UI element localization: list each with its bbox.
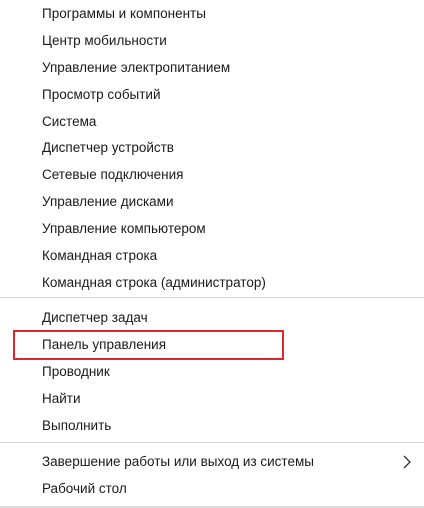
menu-item-network-connections[interactable]: Сетевые подключения [42, 164, 184, 186]
menu-item-command-prompt[interactable]: Командная строка [42, 245, 157, 267]
menu-separator [0, 442, 424, 443]
menu-item-disk-management[interactable]: Управление дисками [42, 191, 174, 213]
menu-item-desktop[interactable]: Рабочий стол [42, 478, 127, 500]
menu-item-event-viewer[interactable]: Просмотр событий [42, 84, 161, 106]
menu-item-computer-management[interactable]: Управление компьютером [42, 218, 206, 240]
winx-context-menu: Программы и компоненты Центр мобильности… [0, 0, 424, 508]
menu-item-system[interactable]: Система [42, 111, 96, 133]
menu-item-mobility-center[interactable]: Центр мобильности [42, 30, 167, 52]
menu-separator [0, 297, 424, 298]
menu-item-task-manager[interactable]: Диспетчер задач [42, 307, 148, 329]
menu-item-shutdown-or-sign-out[interactable]: Завершение работы или выход из системы [42, 451, 314, 473]
menu-item-run[interactable]: Выполнить [42, 415, 111, 437]
highlight-frame [13, 330, 284, 360]
menu-item-search[interactable]: Найти [42, 388, 81, 410]
menu-item-power-options[interactable]: Управление электропитанием [42, 57, 230, 79]
menu-item-programs-and-features[interactable]: Программы и компоненты [42, 3, 206, 25]
menu-item-command-prompt-admin[interactable]: Командная строка (администратор) [42, 272, 266, 294]
menu-item-file-explorer[interactable]: Проводник [42, 361, 110, 383]
menu-item-device-manager[interactable]: Диспетчер устройств [42, 137, 174, 159]
chevron-right-icon [400, 453, 414, 471]
